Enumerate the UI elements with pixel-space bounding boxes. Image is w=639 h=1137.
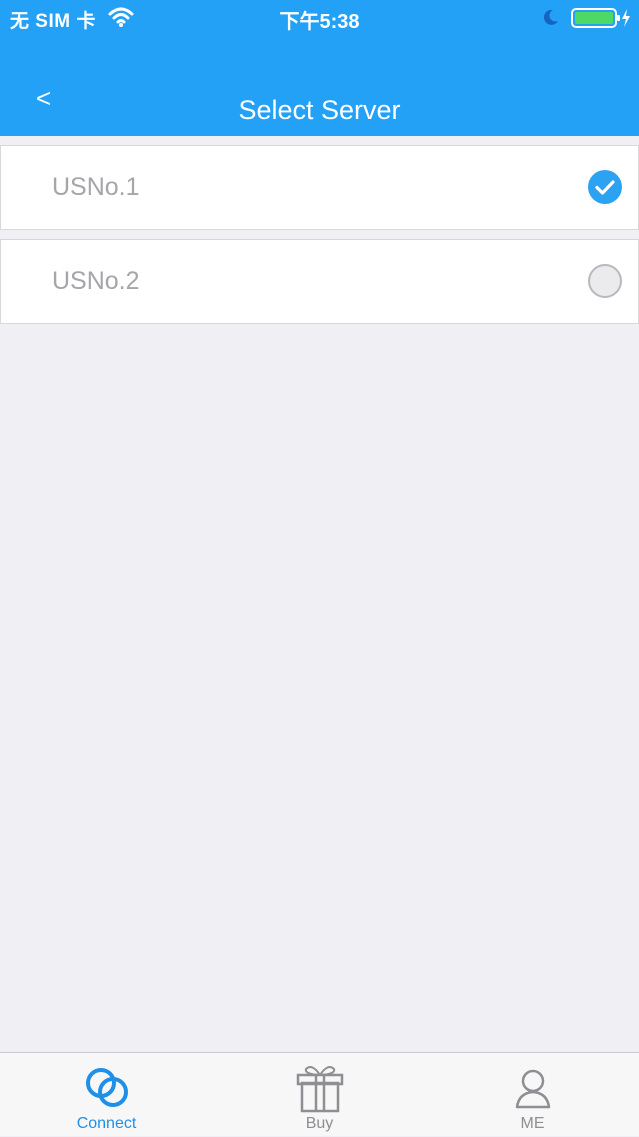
radio-unselected-icon [588, 264, 622, 298]
server-row-usno2[interactable]: USNo.2 [0, 239, 639, 324]
checkmark-selected-icon [588, 170, 622, 204]
tab-connect[interactable]: Connect [0, 1053, 213, 1137]
page-title: Select Server [238, 95, 401, 125]
server-list: USNo.1 USNo.2 [0, 145, 639, 333]
gift-icon [296, 1066, 343, 1113]
tab-bar: Connect Buy ME [0, 1052, 639, 1136]
header: 无 SIM 卡 下午5:38 < Select Server [0, 0, 639, 136]
server-row-usno1[interactable]: USNo.1 [0, 145, 639, 230]
tab-label: Connect [76, 1115, 137, 1132]
server-name: USNo.1 [52, 173, 140, 201]
tab-label: ME [520, 1115, 545, 1132]
tab-label: Buy [305, 1115, 334, 1132]
link-icon [85, 1068, 128, 1107]
status-bar: 无 SIM 卡 下午5:38 [0, 0, 639, 36]
moon-icon [543, 9, 558, 25]
server-name: USNo.2 [52, 267, 140, 295]
person-icon [515, 1069, 550, 1109]
tab-buy[interactable]: Buy [213, 1053, 426, 1137]
tab-me[interactable]: ME [426, 1053, 639, 1137]
battery-icon [571, 8, 630, 28]
